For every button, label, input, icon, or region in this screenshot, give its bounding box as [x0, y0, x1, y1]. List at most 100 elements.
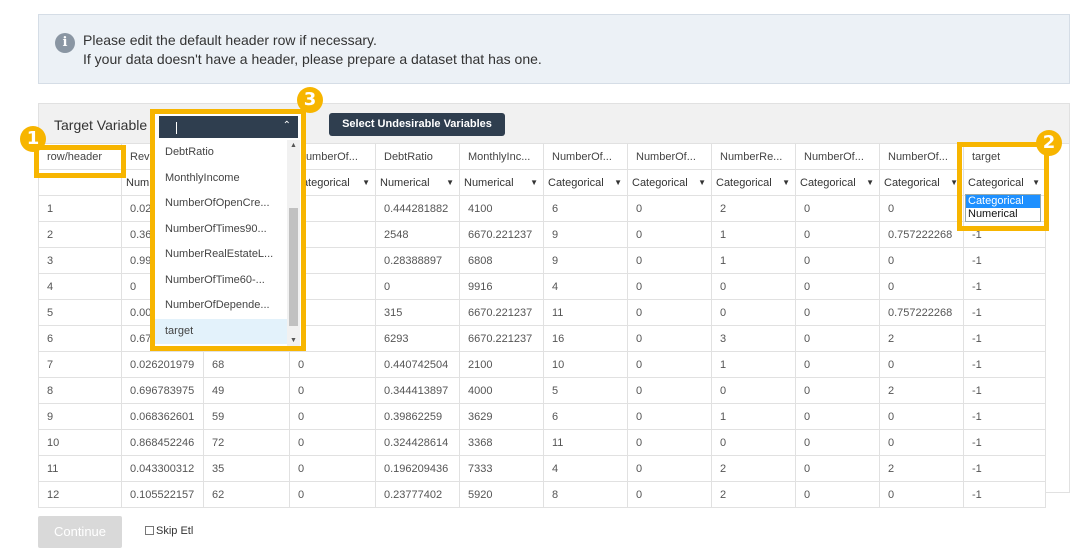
table-cell: 0	[796, 482, 880, 508]
table-cell: 0.868452246	[122, 430, 204, 456]
info-box: i Please edit the default header row if …	[38, 14, 1070, 84]
table-cell: 4100	[460, 196, 544, 222]
info-line-2: If your data doesn't have a header, plea…	[83, 51, 542, 67]
table-cell: 0	[712, 274, 796, 300]
table-cell: -1	[964, 404, 1046, 430]
row-number: 7	[38, 352, 122, 378]
table-cell: 3	[712, 326, 796, 352]
select-undesirable-variables-button[interactable]: Select Undesirable Variables	[329, 113, 505, 136]
table-cell: -1	[964, 378, 1046, 404]
table-cell: 0.23777402	[376, 482, 460, 508]
table-cell: 315	[376, 300, 460, 326]
chevron-down-icon[interactable]: ▼	[866, 170, 874, 195]
table-cell: 0	[628, 274, 712, 300]
column-type-label: Categorical	[548, 177, 604, 189]
table-cell: 0	[290, 456, 376, 482]
table-cell: 4	[544, 274, 628, 300]
column-header[interactable]: NumberOf...	[880, 144, 964, 170]
chevron-down-icon[interactable]: ▼	[698, 170, 706, 195]
chevron-down-icon[interactable]: ▼	[782, 170, 790, 195]
table-cell: 0.026201979	[122, 352, 204, 378]
column-type-select[interactable]: Categorical ▼	[712, 170, 796, 196]
highlight-dropdown	[150, 109, 306, 351]
skip-etl-label: Skip Etl	[156, 525, 194, 537]
table-cell: 1	[712, 222, 796, 248]
column-type-select[interactable]: Categorical ▼	[544, 170, 628, 196]
table-cell: 3368	[460, 430, 544, 456]
column-type-label: Numerical	[464, 177, 514, 189]
table-cell: 0	[796, 274, 880, 300]
column-type-label: Categorical	[716, 177, 772, 189]
row-number: 3	[38, 248, 122, 274]
table-cell: 0.757222268	[880, 222, 964, 248]
table-cell: 0	[796, 430, 880, 456]
table-cell: -1	[964, 326, 1046, 352]
column-header[interactable]: NumberOf...	[628, 144, 712, 170]
info-line-1: Please edit the default header row if ne…	[83, 32, 377, 48]
chevron-down-icon[interactable]: ▼	[530, 170, 538, 195]
table-cell: 0	[290, 378, 376, 404]
table-cell: 0.105522157	[122, 482, 204, 508]
table-cell: 0.444281882	[376, 196, 460, 222]
table-cell: 10	[544, 352, 628, 378]
table-cell: 0	[628, 352, 712, 378]
table-cell: 11	[544, 300, 628, 326]
table-cell: -1	[964, 352, 1046, 378]
chevron-down-icon[interactable]: ▼	[362, 170, 370, 195]
table-cell: 62	[204, 482, 290, 508]
row-number: 11	[38, 456, 122, 482]
column-type-label: Categorical	[632, 177, 688, 189]
column-header[interactable]: NumberRe...	[712, 144, 796, 170]
column-type-select[interactable]: Categorical ▼	[796, 170, 880, 196]
table-cell: 0.043300312	[122, 456, 204, 482]
table-cell: 2	[880, 456, 964, 482]
chevron-down-icon[interactable]: ▼	[446, 170, 454, 195]
column-type-label: Categorical	[800, 177, 856, 189]
step-badge-2: 2	[1036, 130, 1062, 156]
table-cell: 6670.221237	[460, 326, 544, 352]
table-cell: 0.440742504	[376, 352, 460, 378]
column-header[interactable]: MonthlyInc...	[460, 144, 544, 170]
column-type-select[interactable]: Categorical ▼	[628, 170, 712, 196]
table-cell: 2	[880, 378, 964, 404]
table-cell: 8	[544, 482, 628, 508]
table-cell: 0	[628, 326, 712, 352]
table-cell: -1	[964, 248, 1046, 274]
skip-etl[interactable]: Skip Etl	[145, 525, 193, 537]
table-cell: 0	[628, 430, 712, 456]
chevron-down-icon[interactable]: ▼	[614, 170, 622, 195]
column-type-label: Num	[126, 177, 150, 189]
table-cell: 4	[544, 456, 628, 482]
table-cell: 0	[880, 248, 964, 274]
column-type-label: Numerical	[380, 177, 430, 189]
table-cell: 0	[290, 430, 376, 456]
table-cell: 0.39862259	[376, 404, 460, 430]
skip-etl-checkbox[interactable]	[145, 526, 154, 535]
table-cell: 0	[628, 196, 712, 222]
table-cell: 0	[290, 482, 376, 508]
column-header[interactable]: NumberOf...	[544, 144, 628, 170]
column-type-select[interactable]: Categorical ▼	[880, 170, 964, 196]
table-cell: 0	[796, 248, 880, 274]
table-cell: 11	[544, 430, 628, 456]
table-cell: 2	[712, 482, 796, 508]
table-cell: 0	[880, 404, 964, 430]
column-header[interactable]: NumberOf...	[796, 144, 880, 170]
table-cell: 2100	[460, 352, 544, 378]
table-cell: 16	[544, 326, 628, 352]
panel-title: Target Variable	[54, 117, 148, 133]
table-cell: 2	[712, 456, 796, 482]
row-number: 1	[38, 196, 122, 222]
column-type-select[interactable]: Numerical ▼	[460, 170, 544, 196]
table-cell: 6670.221237	[460, 222, 544, 248]
table-cell: 7333	[460, 456, 544, 482]
table-cell: 0	[712, 378, 796, 404]
continue-button[interactable]: Continue	[38, 516, 122, 548]
table-cell: 3629	[460, 404, 544, 430]
table-cell: 0.068362601	[122, 404, 204, 430]
table-cell: 0	[376, 274, 460, 300]
column-type-select[interactable]: Numerical ▼	[376, 170, 460, 196]
table-cell: 9	[544, 222, 628, 248]
column-header[interactable]: DebtRatio	[376, 144, 460, 170]
table-cell: 0.757222268	[880, 300, 964, 326]
